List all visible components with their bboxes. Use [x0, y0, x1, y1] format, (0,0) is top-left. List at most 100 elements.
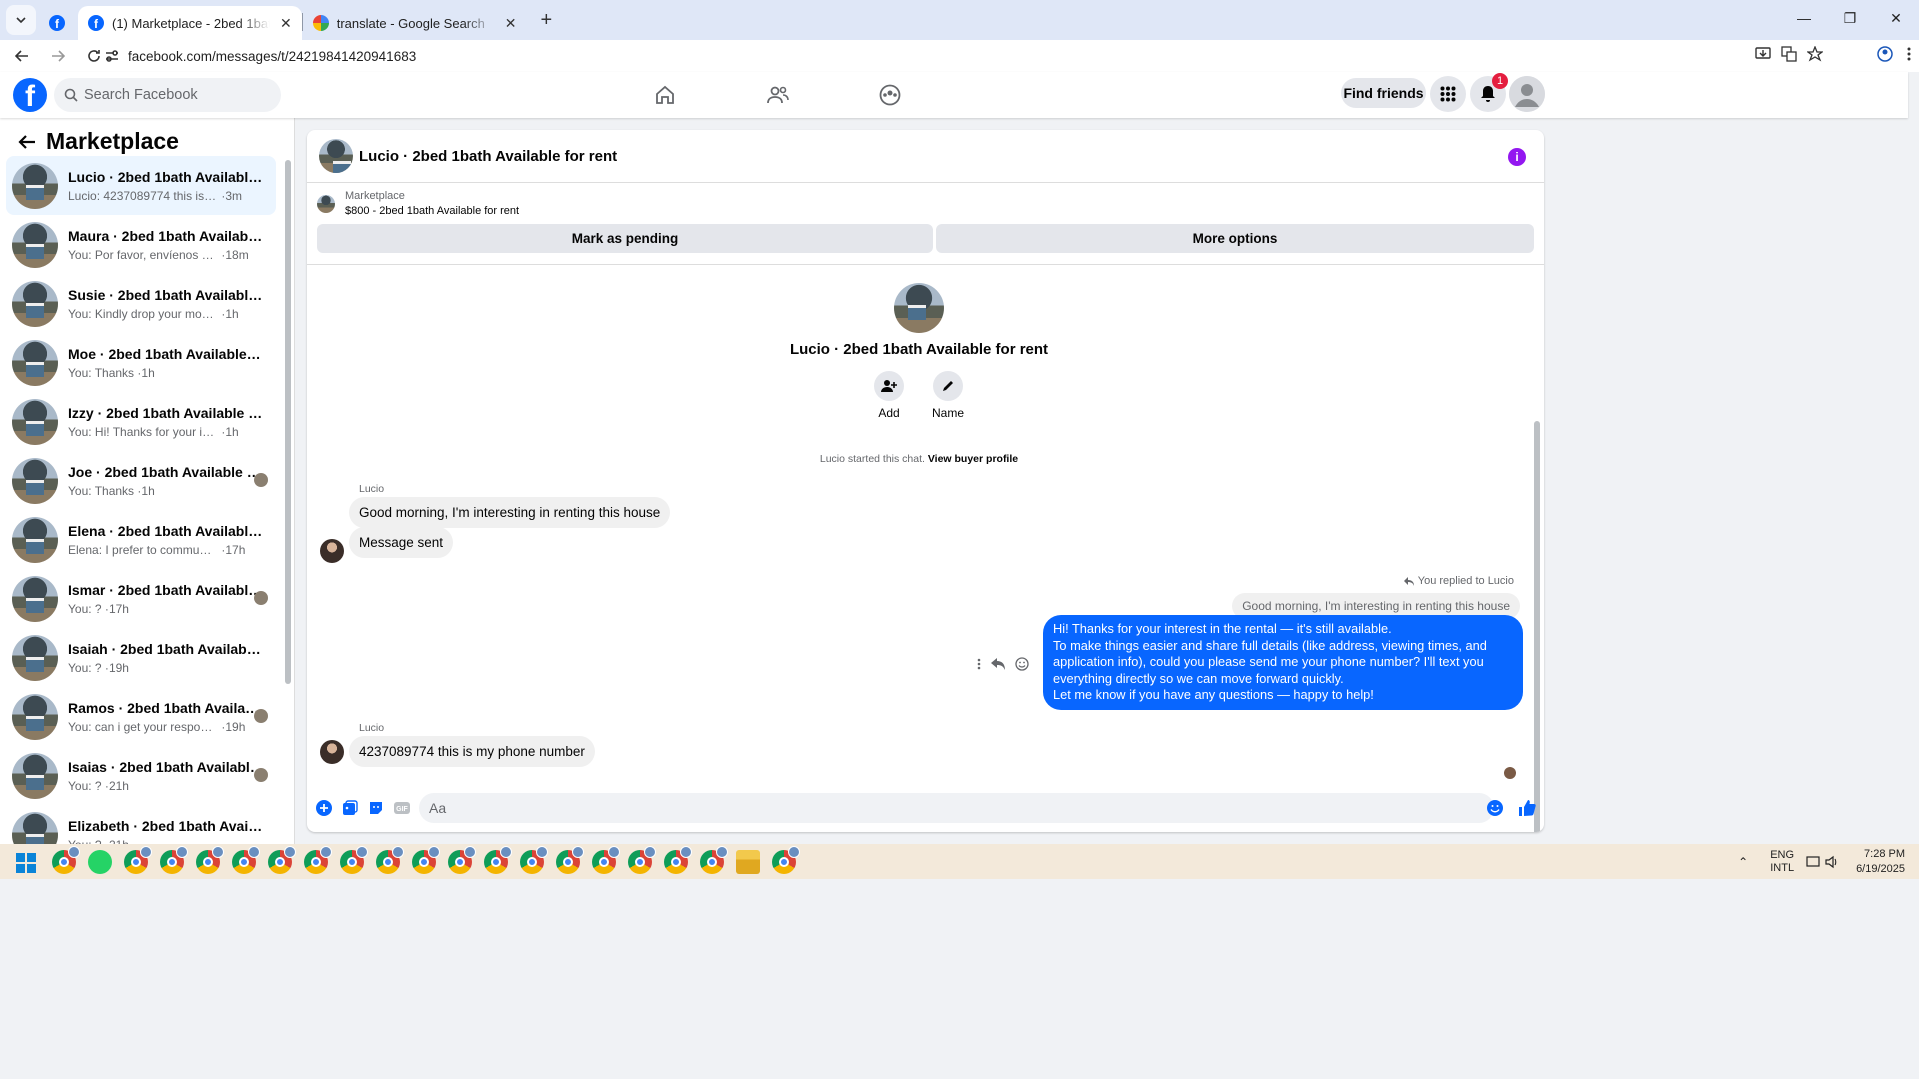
conversation-item[interactable]: Maura · 2bed 1bath Available for rent You… — [6, 215, 276, 274]
site-info-icon[interactable] — [104, 48, 120, 64]
mark-as-pending-button[interactable]: Mark as pending — [317, 224, 933, 253]
bookmark-star-icon[interactable] — [1807, 46, 1823, 62]
chrome-icon[interactable] — [520, 846, 548, 874]
chrome-icon[interactable] — [160, 846, 188, 874]
back-arrow-icon[interactable] — [18, 134, 36, 150]
chat-scrollbar[interactable] — [1534, 421, 1540, 832]
clock[interactable]: 7:28 PM 6/19/2025 — [1856, 847, 1905, 877]
incoming-message[interactable]: 4237089774 this is my phone number — [349, 736, 595, 767]
reply-icon[interactable] — [991, 658, 1005, 670]
attach-photo-button[interactable] — [339, 797, 361, 819]
chrome-icon[interactable] — [304, 846, 332, 874]
more-icon[interactable] — [977, 658, 981, 670]
avatar — [12, 634, 58, 681]
chrome-icon[interactable] — [556, 846, 584, 874]
chrome-icon[interactable] — [700, 846, 728, 874]
incoming-message[interactable]: Message sent — [349, 527, 454, 558]
nav-groups[interactable] — [870, 78, 910, 112]
language-indicator[interactable]: ENG INTL — [1770, 849, 1794, 875]
conversation-name: Lucio · 2bed 1bath Available for rent — [68, 168, 264, 185]
conversation-item[interactable]: Susie · 2bed 1bath Available for rent You… — [6, 274, 276, 333]
chrome-icon[interactable] — [448, 846, 476, 874]
avatar[interactable] — [319, 139, 353, 173]
emoji-react-icon[interactable] — [1015, 657, 1029, 671]
conversation-item[interactable]: Ismar · 2bed 1bath Available for rent You… — [6, 569, 276, 628]
translate-icon[interactable] — [1781, 46, 1797, 62]
facebook-logo[interactable]: f — [13, 78, 47, 112]
chrome-icon[interactable] — [592, 846, 620, 874]
whatsapp-icon[interactable] — [88, 850, 112, 874]
start-button[interactable] — [16, 853, 36, 873]
chrome-icon[interactable] — [52, 846, 80, 874]
page-scrollbar[interactable] — [1908, 72, 1919, 844]
conversation-item[interactable]: Isaiah · 2bed 1bath Available for rent Yo… — [6, 628, 276, 687]
thread-profile: Lucio · 2bed 1bath Available for rent — [307, 283, 1531, 358]
close-icon[interactable]: ✕ — [280, 15, 292, 32]
profile-icon[interactable] — [1877, 46, 1893, 62]
nav-home[interactable] — [645, 78, 685, 112]
message-input[interactable]: Aa — [419, 793, 1494, 823]
menu-button[interactable] — [1430, 76, 1466, 112]
conversation-item[interactable]: Lucio · 2bed 1bath Available for rent Luc… — [6, 156, 276, 215]
install-app-icon[interactable] — [1755, 46, 1771, 62]
tab-search-button[interactable] — [6, 5, 36, 35]
tab-google-search[interactable]: translate - Google Search ✕ — [303, 6, 527, 40]
sidebar-scrollbar[interactable] — [285, 160, 291, 684]
chrome-icon[interactable] — [484, 846, 512, 874]
tab-pinned-facebook[interactable]: f — [36, 6, 78, 40]
account-avatar[interactable] — [1509, 76, 1545, 112]
chrome-icon[interactable] — [376, 846, 404, 874]
chrome-icon[interactable] — [268, 846, 296, 874]
add-button[interactable]: Add — [869, 371, 909, 420]
restore-icon[interactable]: ❐ — [1827, 0, 1873, 36]
conversation-item[interactable]: Elena · 2bed 1bath Available for rent Ele… — [6, 510, 276, 569]
more-actions-button[interactable] — [313, 797, 335, 819]
listing-card[interactable]: Marketplace $800 - 2bed 1bath Available … — [317, 190, 519, 217]
chrome-icon[interactable] — [124, 846, 152, 874]
new-tab-button[interactable]: + — [540, 9, 552, 32]
like-button[interactable] — [1516, 797, 1538, 819]
emoji-button[interactable] — [1484, 797, 1506, 819]
network-volume-icon[interactable] — [1806, 854, 1840, 870]
chrome-icon[interactable] — [772, 846, 800, 874]
chrome-icon[interactable] — [664, 846, 692, 874]
outgoing-message[interactable]: Hi! Thanks for your interest in the rent… — [1043, 615, 1523, 710]
avatar — [12, 221, 58, 268]
info-icon[interactable]: i — [1508, 148, 1526, 166]
conversation-item[interactable]: Izzy · 2bed 1bath Available for rent You:… — [6, 392, 276, 451]
avatar[interactable] — [894, 283, 944, 333]
find-friends-button[interactable]: Find friends — [1341, 78, 1426, 108]
chrome-icon[interactable] — [628, 846, 656, 874]
chat-title[interactable]: Lucio · 2bed 1bath Available for rent — [359, 148, 617, 165]
replied-text: You replied to Lucio — [1417, 575, 1514, 587]
conversation-item[interactable]: Isaias · 2bed 1bath Available for rent Yo… — [6, 746, 276, 805]
chrome-icon[interactable] — [340, 846, 368, 874]
conversation-item[interactable]: Ramos · 2bed 1bath Available for rent You… — [6, 687, 276, 746]
sticker-button[interactable] — [365, 797, 387, 819]
conversation-item[interactable]: Joe · 2bed 1bath Available for rent You: … — [6, 451, 276, 510]
tray-overflow-icon[interactable]: ⌃ — [1738, 855, 1748, 869]
browser-toolbar: facebook.com/messages/t/2421984142094168… — [0, 40, 1919, 72]
view-buyer-profile-link[interactable]: View buyer profile — [928, 453, 1018, 465]
nickname-button[interactable]: Name — [928, 371, 968, 420]
address-bar[interactable]: facebook.com/messages/t/2421984142094168… — [106, 42, 1823, 70]
conversation-item[interactable]: Elizabeth · 2bed 1bath Available for ren… — [6, 805, 276, 844]
more-options-button[interactable]: More options — [936, 224, 1534, 253]
file-explorer-icon[interactable] — [736, 850, 760, 874]
forward-button[interactable] — [44, 42, 72, 70]
close-icon[interactable]: ✕ — [505, 15, 517, 32]
window-close-icon[interactable]: ✕ — [1873, 0, 1919, 36]
chrome-icon[interactable] — [232, 846, 260, 874]
tab-marketplace[interactable]: f (1) Marketplace - 2bed 1bath Available… — [78, 6, 302, 40]
search-input[interactable]: Search Facebook — [54, 78, 281, 112]
nav-friends[interactable] — [758, 78, 798, 112]
home-icon — [656, 85, 674, 104]
incoming-message[interactable]: Good morning, I'm interesting in renting… — [349, 497, 671, 528]
chrome-icon[interactable] — [196, 846, 224, 874]
gif-button[interactable]: GIF — [391, 797, 413, 819]
minimize-icon[interactable]: — — [1781, 0, 1827, 36]
kebab-menu-icon[interactable] — [1907, 46, 1911, 62]
conversation-item[interactable]: Moe · 2bed 1bath Available for rent You: … — [6, 333, 276, 392]
chrome-icon[interactable] — [412, 846, 440, 874]
back-button[interactable] — [8, 42, 36, 70]
